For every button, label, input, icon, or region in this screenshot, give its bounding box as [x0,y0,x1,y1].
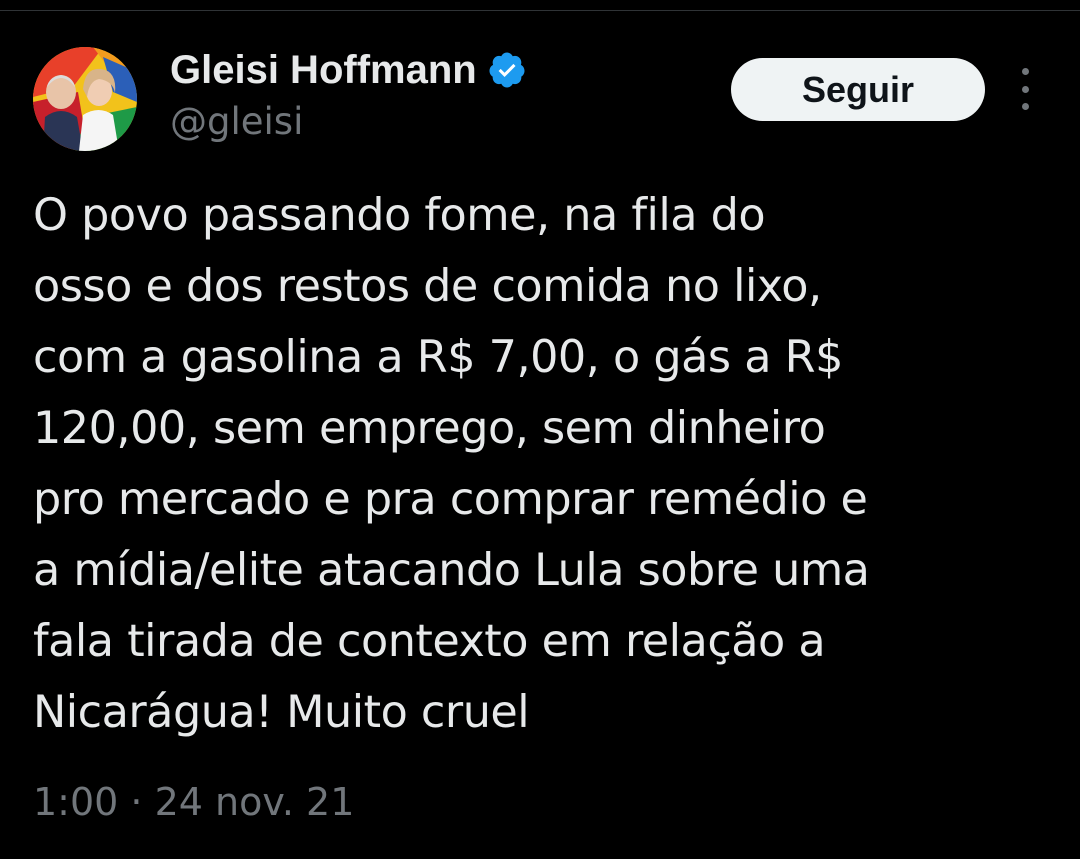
more-dot [1021,85,1029,93]
more-vertical-icon[interactable] [1010,68,1040,110]
more-dot [1021,103,1029,110]
author-name-row[interactable]: Gleisi Hoffmann [170,44,527,96]
author-handle[interactable]: @gleisi [170,100,303,143]
author-display-name[interactable]: Gleisi Hoffmann [170,48,477,93]
verified-badge-icon [489,52,525,88]
follow-button[interactable]: Seguir [731,58,985,121]
avatar-image [33,47,137,151]
tweet-timestamp[interactable]: 1:00 · 24 nov. 21 [33,780,354,824]
tweet-text: O povo passando fome, na fila do osso e … [33,190,870,738]
more-dot [1021,68,1029,75]
avatar[interactable] [33,47,137,151]
top-divider [0,10,1080,11]
